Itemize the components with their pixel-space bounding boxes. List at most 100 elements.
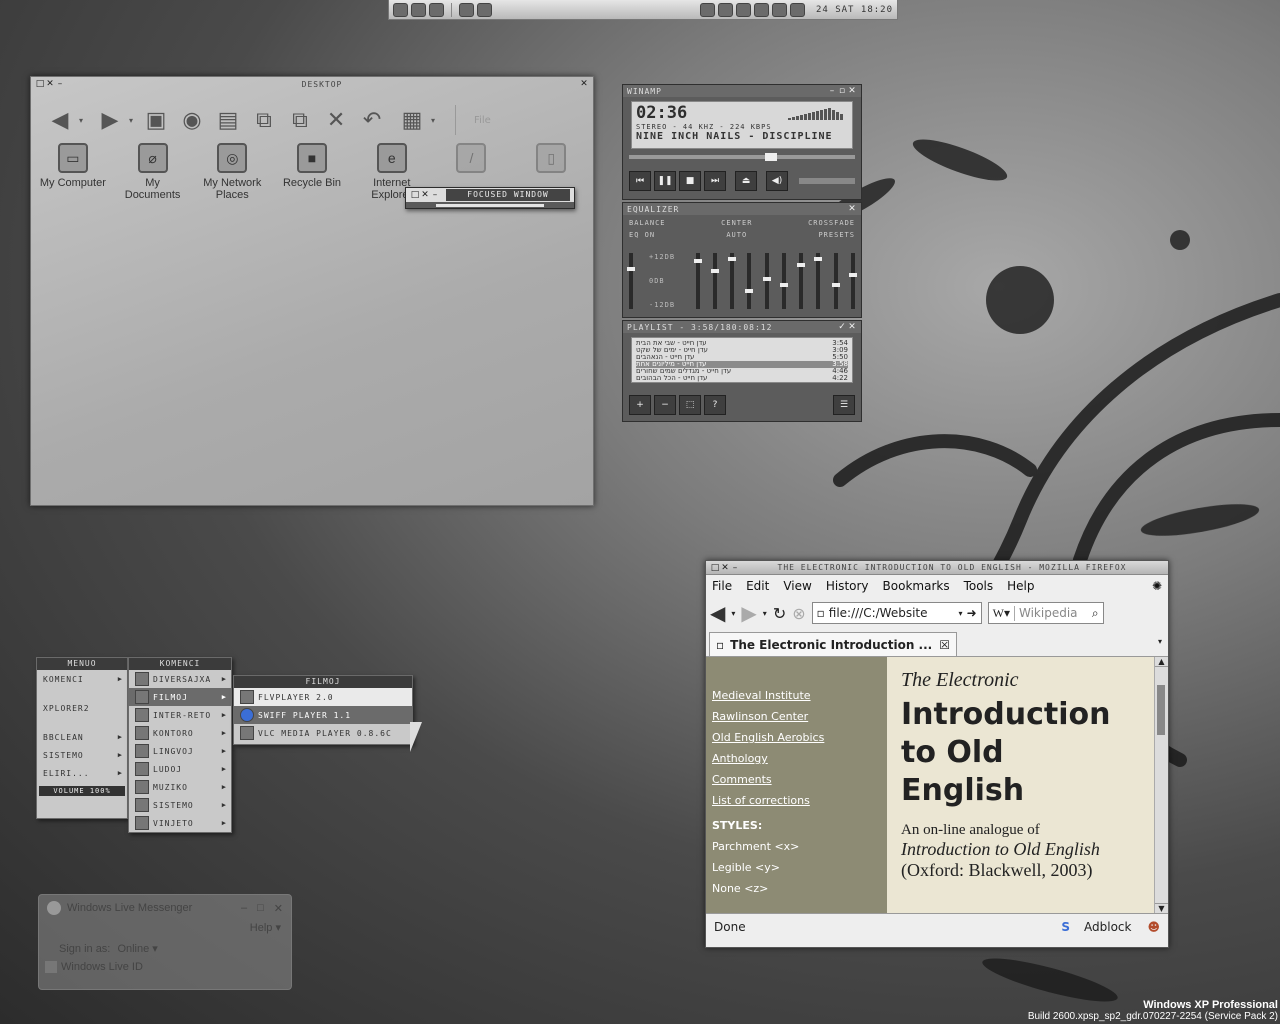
display-tray-icon[interactable] [753,2,769,17]
people-icon[interactable] [459,2,474,17]
remove-button[interactable]: − [654,395,676,415]
reload-button[interactable]: ↻ [773,604,786,623]
back-button[interactable]: ◀ [710,601,725,625]
close-icon[interactable]: ✕ [720,563,730,573]
greasemonkey-icon[interactable]: ☻ [1147,920,1160,934]
url-dropdown-icon[interactable]: ▾ [959,609,963,618]
monitor-tray-icon[interactable] [735,2,751,17]
link-rawlinson-center[interactable]: Rawlinson Center [712,710,881,723]
minimize-button[interactable]: – [241,902,247,914]
url-bar[interactable]: ▫ file:///C:/Website ▾ ➜ [811,602,982,624]
close-window-button[interactable]: ✕ [579,79,589,89]
status-dropdown-icon[interactable]: ▾ [152,943,158,955]
folder-up-icon[interactable]: ▣ [143,105,169,135]
menu-item-diversajxa[interactable]: DIVERSAJXA ▶ [129,670,231,688]
playlist-item[interactable]: עדן חייט - הכל הבהובים 4:22 [636,375,848,382]
menu-help[interactable]: Help [1007,579,1034,593]
shade-icon[interactable]: ▫ [837,86,847,96]
tab-list-dropdown-icon[interactable]: ▾ [1158,637,1162,646]
eject-button[interactable]: ⏏ [735,171,757,191]
move-to-icon[interactable]: ⧉ [251,105,277,135]
search-box[interactable]: W▾ Wikipedia ⌕ [987,602,1104,624]
maximize-icon[interactable]: □ [710,563,720,573]
link-comments[interactable]: Comments [712,773,881,786]
delete-icon[interactable]: ✕ [323,105,349,135]
minimize-icon[interactable]: – [730,563,740,573]
menu-item-sistemo[interactable]: SISTEMO ▶ [129,796,231,814]
close-icon[interactable]: ✕ [847,322,857,332]
link-list-of-corrections[interactable]: List of corrections [712,794,881,807]
eq-band-slider[interactable] [710,253,719,309]
pencil-launcher-icon[interactable] [411,2,426,17]
menu-item-filmoj[interactable]: FILMOJ ▶ [129,688,231,706]
link-old-english-aerobics[interactable]: Old English Aerobics [712,731,881,744]
menu-item-eliri[interactable]: ELIRI... ▶ [37,764,127,782]
minimize-button[interactable]: – [55,79,65,89]
menu-item-xplorer2[interactable]: XPLORER2 [37,688,127,728]
eq-band-slider[interactable] [831,253,840,309]
time-display[interactable]: 02:36 [636,103,687,123]
seek-bar[interactable] [629,153,855,161]
eq-band-slider[interactable] [745,253,754,309]
close-icon[interactable]: ✕ [420,190,430,200]
pause-button[interactable]: ❚❚ [654,171,676,191]
eq-band-slider[interactable] [797,253,806,309]
menu-item-bbclean[interactable]: BBCLEAN ▶ [37,728,127,746]
eq-band-slider[interactable] [848,253,857,309]
menu-view[interactable]: View [783,579,811,593]
menu-item-kontoro[interactable]: KONTORO ▶ [129,724,231,742]
scroll-up-arrow[interactable]: ▲ [1155,657,1168,667]
style-legible[interactable]: Legible <y> [712,861,881,874]
skype-icon[interactable]: S [1061,920,1070,934]
close-button[interactable]: ✕ [274,902,283,915]
views-icon[interactable]: ▦ [395,105,429,135]
desktop-icon-my-documents[interactable]: ⌀ My Documents [117,143,189,201]
forward-dropdown-icon[interactable]: ▾ [129,116,133,125]
go-button-icon[interactable]: ➜ [967,606,977,620]
close-icon[interactable]: ✕ [45,79,55,89]
menu-item-flvplayer[interactable]: FLVPLAYER 2.0 [234,688,412,706]
forward-arrow-icon[interactable]: ▶ [93,105,127,135]
link-anthology[interactable]: Anthology [712,752,881,765]
select-button[interactable]: ⬚ [679,395,701,415]
menu-item-komenci[interactable]: KOMENCI ▶ [37,670,127,688]
url-text[interactable]: file:///C:/Website [829,606,955,620]
scroll-thumb[interactable] [1157,685,1165,735]
network-tray-icon[interactable] [699,2,715,17]
style-parchment[interactable]: Parchment <x> [712,840,881,853]
back-dropdown-icon[interactable]: ▾ [731,609,735,618]
tray-clock[interactable]: 24 SAT 18:20 [816,5,893,15]
wikipedia-engine-icon[interactable]: W▾ [989,605,1015,621]
list-options-button[interactable]: ☰ [833,395,855,415]
maximize-button[interactable]: □ [257,902,264,914]
menu-item-vinjeto[interactable]: VINJETO ▶ [129,814,231,832]
forward-dropdown-icon[interactable]: ▾ [763,609,767,618]
folders-icon[interactable]: ▤ [215,105,241,135]
search-icon[interactable]: ◉ [179,105,205,135]
app-launcher-icon[interactable] [393,2,408,17]
focused-window-titlebar[interactable]: □ ✕ – FOCUSED WINDOW [406,188,574,202]
eq-band-slider[interactable] [814,253,823,309]
playlist-titlebar[interactable]: PLAYLIST - 3:58/180:08:12 ✓ ✕ [623,321,861,333]
menu-item-sistemo[interactable]: SISTEMO ▶ [37,746,127,764]
settings-tray-icon[interactable] [771,2,787,17]
back-dropdown-icon[interactable]: ▾ [79,116,83,125]
menu-bookmarks[interactable]: Bookmarks [883,579,950,593]
link-medieval-institute[interactable]: Medieval Institute [712,689,881,702]
crossfade-checkbox[interactable]: CROSSFADE [808,219,855,227]
presets-button[interactable]: PRESETS [818,231,855,239]
eq-band-slider[interactable] [762,253,771,309]
search-input[interactable]: Wikipedia [1015,606,1088,620]
volume-indicator[interactable]: VOLUME 100% [39,786,125,796]
menu-tools[interactable]: Tools [964,579,994,593]
maximize-icon[interactable]: □ [410,190,420,200]
stop-button[interactable]: ⊗ [792,604,805,623]
desktop-icon-my-network[interactable]: ◎ My Network Places [196,143,268,201]
equalizer-titlebar[interactable]: EQUALIZER ✕ [623,203,861,215]
winamp-titlebar[interactable]: WINAMP – ▫ ✕ [623,85,861,97]
desktop-icon-recycle-bin[interactable]: ■ Recycle Bin [276,143,348,201]
visualizer[interactable] [788,108,846,120]
volume-tray-icon[interactable] [717,2,733,17]
close-icon[interactable]: ✕ [847,86,857,96]
zone-alarm-icon[interactable] [789,2,805,17]
